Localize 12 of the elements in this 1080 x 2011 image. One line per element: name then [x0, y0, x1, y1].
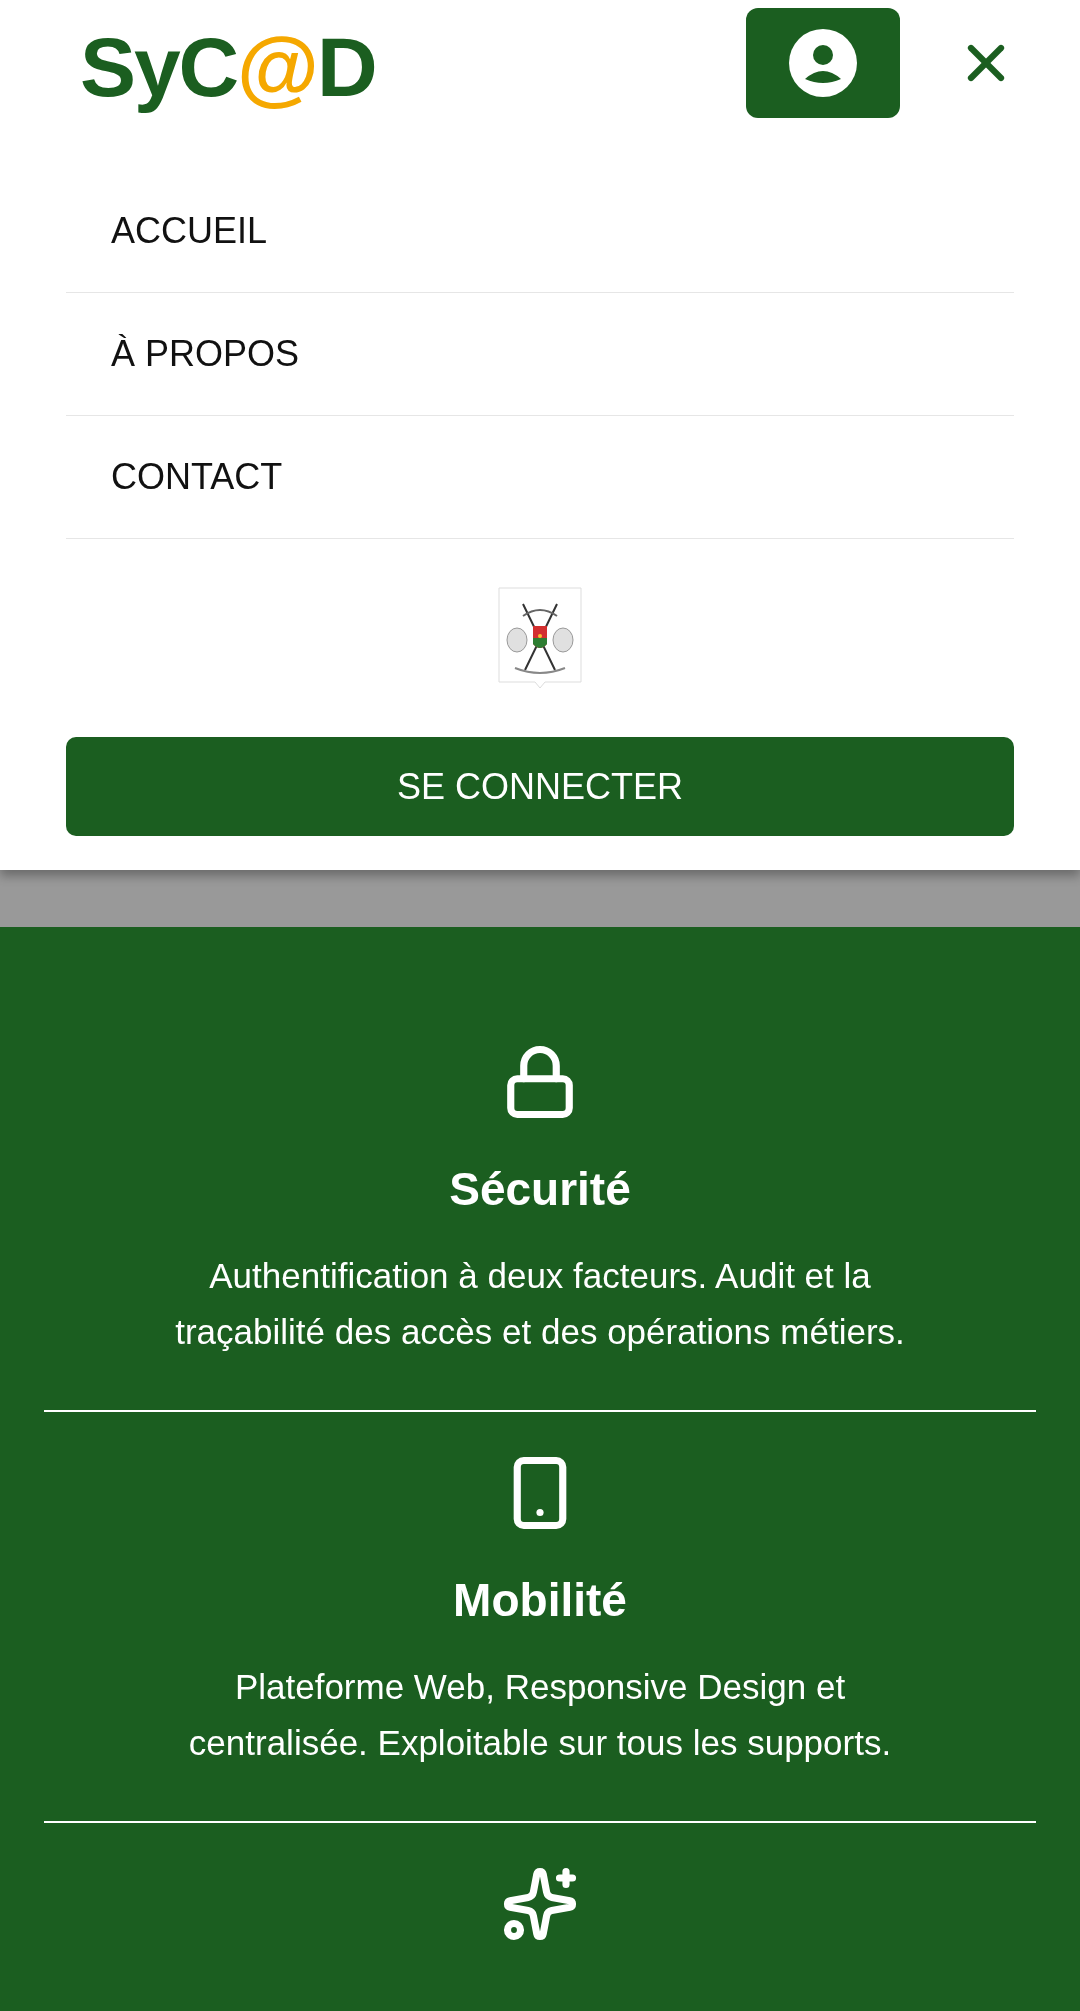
- feature-title: Mobilité: [453, 1573, 627, 1628]
- menu-link[interactable]: À PROPOS: [111, 327, 300, 381]
- feature-description: Plateforme Web, Responsive Design et centralisée. Exploitable sur tous les supports.: [187, 1666, 893, 1764]
- user-circle-icon: [789, 29, 857, 97]
- feature-title: Sécurité: [449, 1162, 631, 1217]
- menu-link[interactable]: CONTACT: [111, 450, 283, 504]
- coat-of-arms-icon: [497, 586, 583, 690]
- login-button[interactable]: SE CONNECTER: [66, 737, 1014, 836]
- menu-link[interactable]: ACCUEIL: [111, 204, 268, 258]
- feature-description: Authentification à deux facteurs. Audit et la traçabilité des accès et des opérations métiers.: [174, 1255, 906, 1353]
- profile-button[interactable]: [746, 8, 900, 118]
- sparkles-icon: [501, 1865, 579, 1943]
